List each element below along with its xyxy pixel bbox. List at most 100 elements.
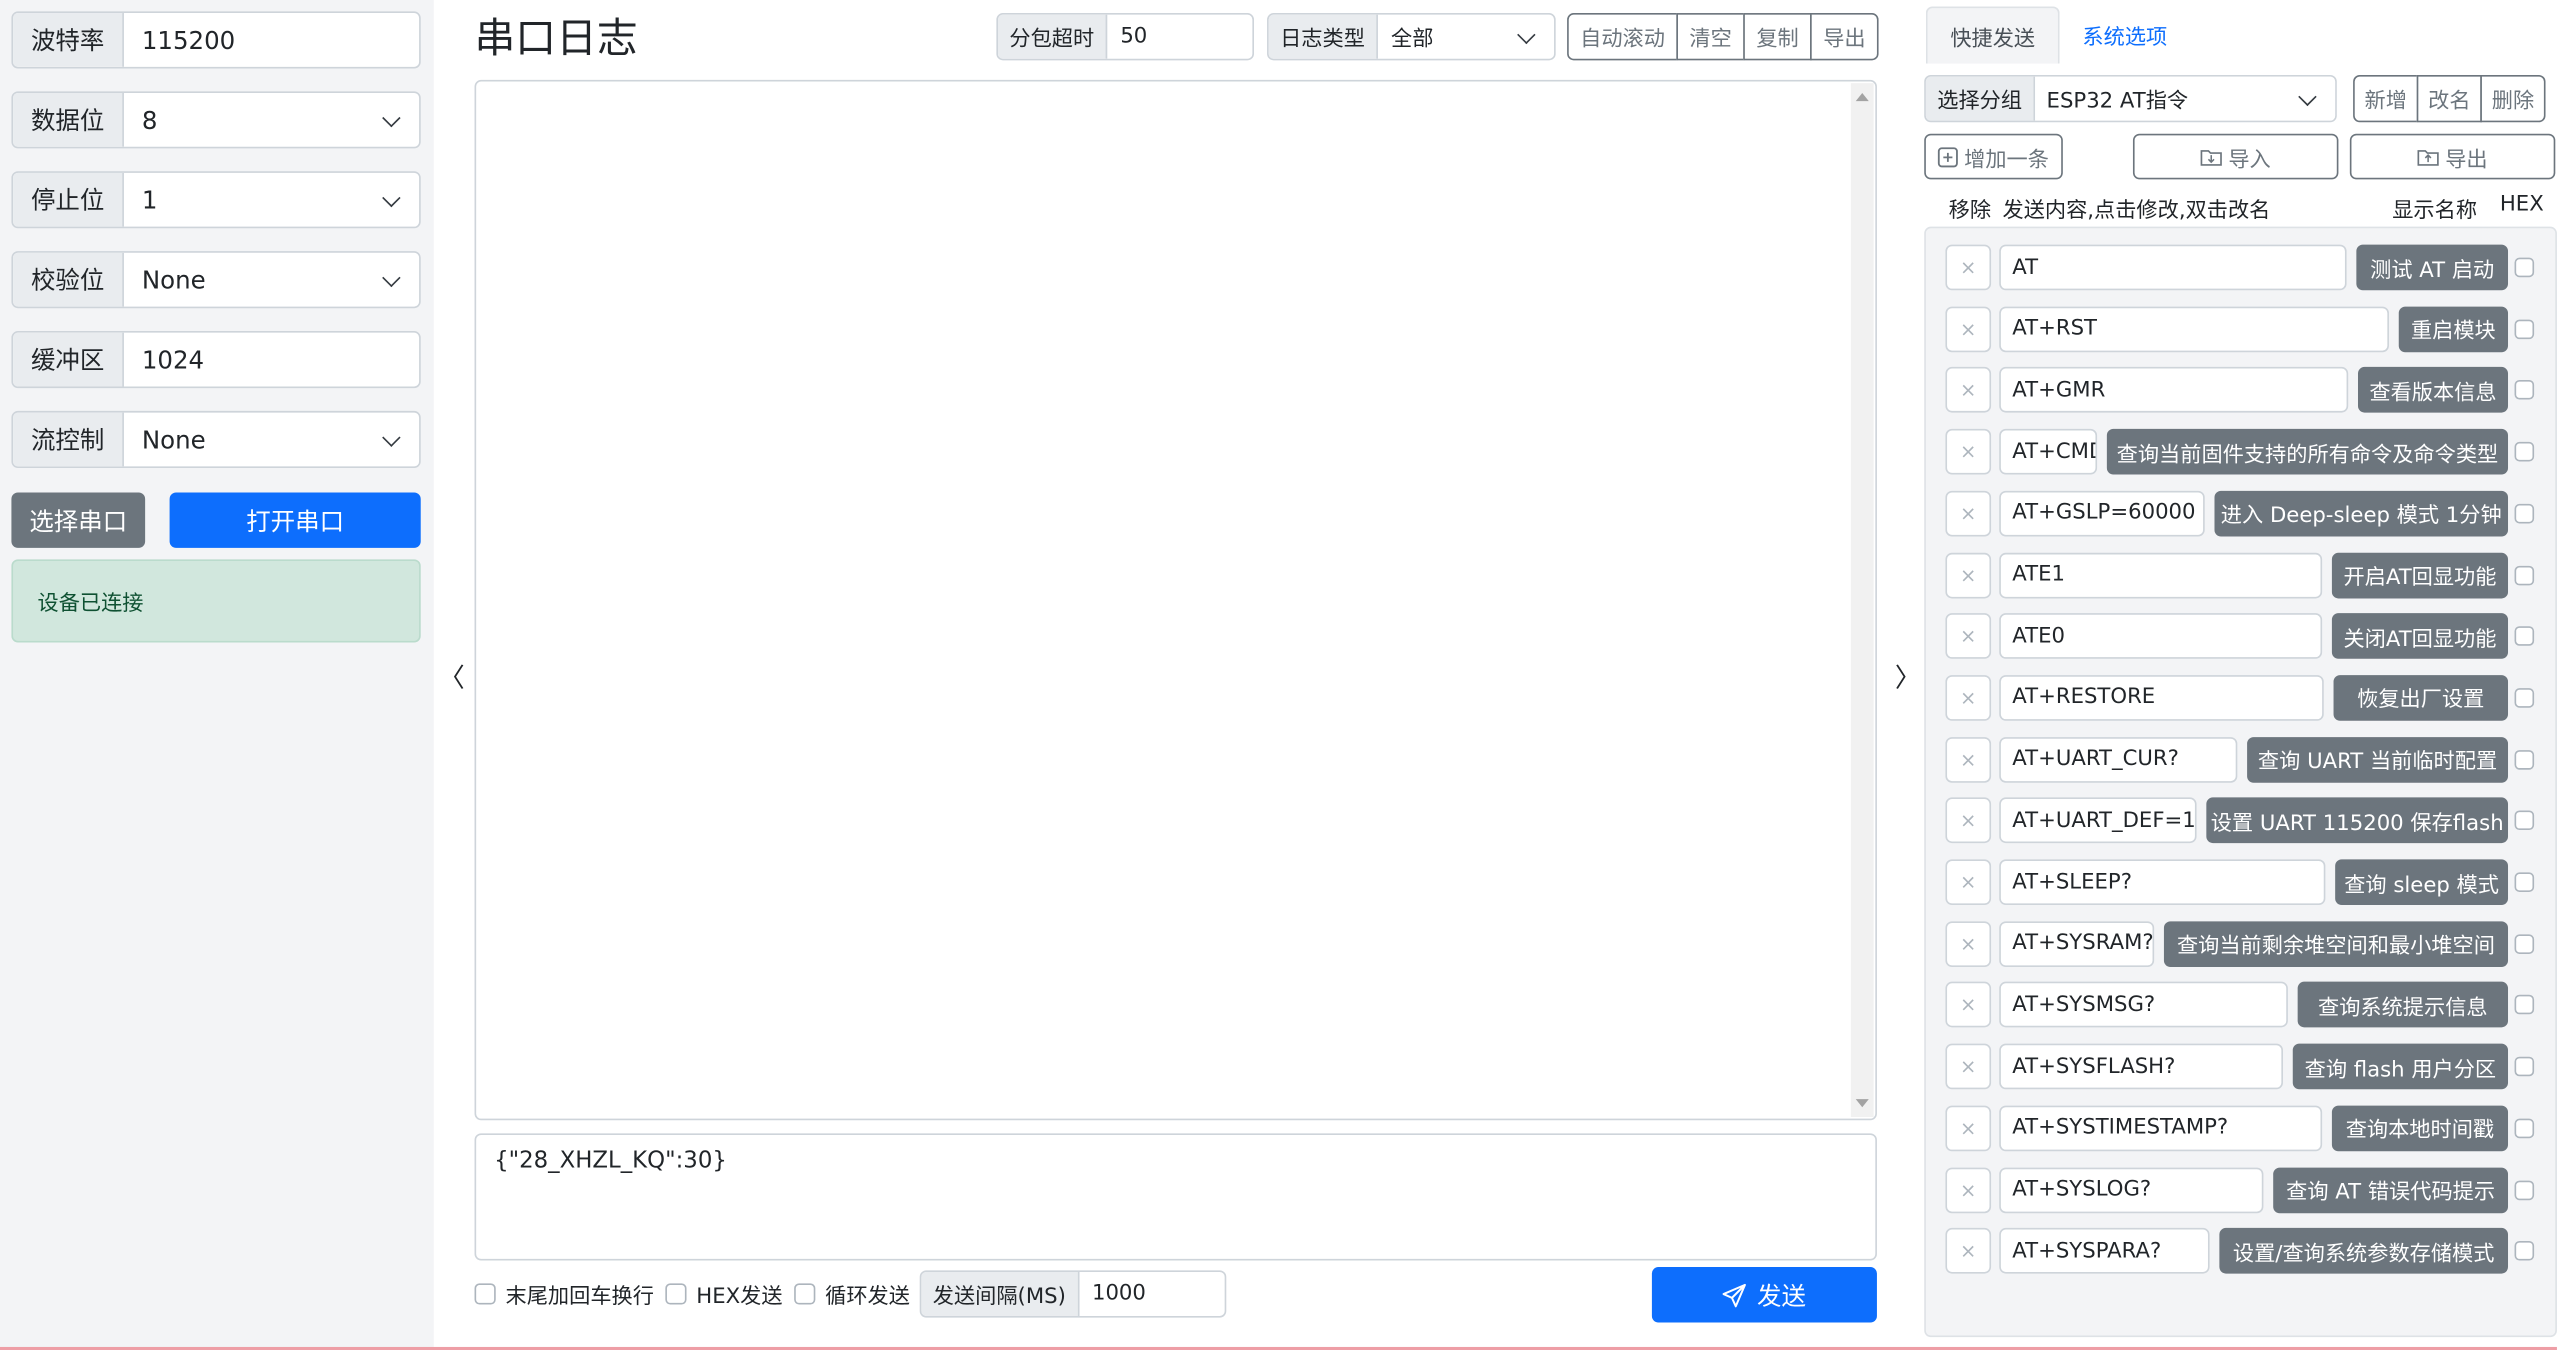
remove-icon[interactable]: × bbox=[1945, 1105, 1992, 1151]
timeout-field[interactable]: 分包超时 50 bbox=[996, 13, 1255, 61]
add-item-button[interactable]: 增加一条 bbox=[1924, 133, 2063, 180]
hex-checkbox[interactable] bbox=[2514, 1241, 2535, 1261]
hex-checkbox[interactable] bbox=[2514, 380, 2535, 401]
command-input[interactable]: AT+RST bbox=[1999, 306, 2389, 352]
hex-checkbox[interactable] bbox=[2514, 257, 2535, 278]
autoscroll-button[interactable]: 自动滚动 bbox=[1567, 13, 1679, 61]
command-input[interactable]: AT+SYSLOG? bbox=[1999, 1166, 2264, 1213]
add-group-button[interactable]: 新增 bbox=[2353, 75, 2419, 123]
append-newline-checkbox[interactable]: 末尾加回车换行 bbox=[474, 1278, 654, 1309]
hex-checkbox[interactable] bbox=[2514, 1056, 2535, 1077]
hex-checkbox[interactable] bbox=[2514, 565, 2535, 585]
remove-icon[interactable]: × bbox=[1945, 613, 1992, 660]
delete-group-button[interactable]: 删除 bbox=[2480, 75, 2546, 123]
command-input[interactable]: AT+SLEEP? bbox=[1999, 859, 2326, 906]
command-input[interactable]: ATE0 bbox=[1999, 613, 2323, 660]
quick-send-button[interactable]: 重启模块 bbox=[2398, 306, 2509, 352]
quick-send-button[interactable]: 查询 AT 错误代码提示 bbox=[2273, 1166, 2509, 1213]
quick-send-button[interactable]: 查询系统提示信息 bbox=[2297, 982, 2509, 1028]
import-button[interactable]: 导入 bbox=[2132, 133, 2339, 180]
quick-send-button[interactable]: 设置/查询系统参数存储模式 bbox=[2219, 1228, 2509, 1274]
tab-system-options[interactable]: 系统选项 bbox=[2060, 7, 2190, 64]
flowcontrol-select[interactable]: 流控制 None bbox=[11, 410, 421, 469]
interval-input[interactable]: 1000 bbox=[1079, 1272, 1225, 1316]
checkbox-icon[interactable] bbox=[474, 1283, 496, 1305]
send-button[interactable]: 发送 bbox=[1651, 1267, 1877, 1323]
parity-select[interactable]: 校验位 None bbox=[11, 251, 421, 309]
quick-send-button[interactable]: 查询当前剩余堆空间和最小堆空间 bbox=[2163, 920, 2509, 967]
hex-checkbox[interactable] bbox=[2514, 810, 2535, 831]
buffer-field[interactable]: 缓冲区 1024 bbox=[11, 331, 421, 389]
remove-icon[interactable]: × bbox=[1945, 306, 1992, 352]
remove-icon[interactable]: × bbox=[1945, 244, 1992, 291]
command-input[interactable]: AT+SYSMSG? bbox=[1999, 982, 2288, 1028]
hex-checkbox[interactable] bbox=[2514, 442, 2535, 462]
hex-checkbox[interactable] bbox=[2514, 319, 2535, 339]
flowcontrol-value[interactable]: None bbox=[124, 413, 419, 467]
quick-send-button[interactable]: 测试 AT 启动 bbox=[2356, 244, 2509, 291]
remove-icon[interactable]: × bbox=[1945, 1166, 1992, 1213]
remove-icon[interactable]: × bbox=[1945, 490, 1992, 537]
group-select[interactable]: 选择分组 ESP32 AT指令 bbox=[1924, 75, 2337, 123]
hex-checkbox[interactable] bbox=[2514, 1179, 2535, 1200]
databits-value[interactable]: 8 bbox=[124, 93, 419, 147]
quick-send-button[interactable]: 关闭AT回显功能 bbox=[2331, 613, 2509, 660]
export-log-button[interactable]: 导出 bbox=[1810, 13, 1879, 61]
command-input[interactable]: AT+SYSFLASH? bbox=[1999, 1043, 2283, 1090]
command-input[interactable]: AT+CMD? bbox=[1999, 429, 2098, 475]
remove-icon[interactable]: × bbox=[1945, 736, 1992, 783]
databits-select[interactable]: 数据位 8 bbox=[11, 91, 421, 149]
log-scrollbar[interactable] bbox=[1850, 83, 1874, 1118]
stopbits-value[interactable]: 1 bbox=[124, 173, 419, 227]
command-input[interactable]: ATE1 bbox=[1999, 551, 2323, 598]
command-input[interactable]: AT bbox=[1999, 244, 2347, 291]
hex-checkbox[interactable] bbox=[2514, 933, 2535, 954]
checkbox-icon[interactable] bbox=[794, 1283, 816, 1305]
command-input[interactable]: AT+SYSRAM? bbox=[1999, 920, 2155, 967]
remove-icon[interactable]: × bbox=[1945, 551, 1992, 598]
quick-send-button[interactable]: 查看版本信息 bbox=[2357, 367, 2509, 414]
baudrate-input[interactable]: 115200 bbox=[124, 13, 419, 67]
rename-group-button[interactable]: 改名 bbox=[2416, 75, 2482, 123]
open-port-button[interactable]: 打开串口 bbox=[169, 492, 421, 548]
remove-icon[interactable]: × bbox=[1945, 429, 1992, 475]
hex-checkbox[interactable] bbox=[2514, 687, 2535, 708]
hex-send-checkbox[interactable]: HEX发送 bbox=[665, 1278, 783, 1309]
quick-send-button[interactable]: 进入 Deep-sleep 模式 1分钟 bbox=[2214, 490, 2509, 537]
quick-send-button[interactable]: 设置 UART 115200 保存flash bbox=[2206, 797, 2509, 844]
interval-field[interactable]: 发送间隔(MS) 1000 bbox=[919, 1270, 1227, 1318]
log-type-select[interactable]: 日志类型 全部 bbox=[1267, 13, 1556, 61]
scroll-down-icon[interactable] bbox=[1855, 1099, 1869, 1108]
stopbits-select[interactable]: 停止位 1 bbox=[11, 171, 421, 229]
quick-send-button[interactable]: 恢复出厂设置 bbox=[2333, 674, 2509, 721]
quick-send-button[interactable]: 查询 sleep 模式 bbox=[2335, 859, 2509, 906]
command-input[interactable]: AT+RESTORE bbox=[1999, 674, 2324, 721]
baudrate-field[interactable]: 波特率 115200 bbox=[11, 11, 421, 69]
tab-quick-send[interactable]: 快捷发送 bbox=[1925, 6, 2060, 64]
checkbox-icon[interactable] bbox=[665, 1283, 687, 1305]
hex-checkbox[interactable] bbox=[2514, 749, 2535, 770]
remove-icon[interactable]: × bbox=[1945, 797, 1992, 844]
command-input[interactable]: AT+UART_DEF=115200,8,1,0,3 bbox=[1999, 797, 2197, 844]
command-input[interactable]: AT+GSLP=60000 bbox=[1999, 490, 2205, 537]
clear-button[interactable]: 清空 bbox=[1676, 13, 1745, 61]
collapse-left-icon[interactable]: 〈 bbox=[439, 656, 465, 695]
quick-send-button[interactable]: 查询当前固件支持的所有命令及命令类型 bbox=[2106, 429, 2509, 475]
quick-send-button[interactable]: 查询 flash 用户分区 bbox=[2292, 1043, 2509, 1090]
command-input[interactable]: AT+SYSTIMESTAMP? bbox=[1999, 1105, 2323, 1151]
log-output[interactable] bbox=[474, 79, 1877, 1121]
loop-send-checkbox[interactable]: 循环发送 bbox=[794, 1278, 910, 1309]
remove-icon[interactable]: × bbox=[1945, 1043, 1992, 1090]
command-input[interactable]: AT+SYSPARA? bbox=[1999, 1228, 2210, 1274]
command-input[interactable]: AT+GMR bbox=[1999, 367, 2349, 414]
buffer-input[interactable]: 1024 bbox=[124, 333, 419, 387]
remove-icon[interactable]: × bbox=[1945, 367, 1992, 414]
quick-send-button[interactable]: 查询 UART 当前临时配置 bbox=[2247, 736, 2509, 783]
remove-icon[interactable]: × bbox=[1945, 982, 1992, 1028]
hex-checkbox[interactable] bbox=[2514, 626, 2535, 647]
remove-icon[interactable]: × bbox=[1945, 674, 1992, 721]
parity-value[interactable]: None bbox=[124, 253, 419, 307]
remove-icon[interactable]: × bbox=[1945, 920, 1992, 967]
quick-send-button[interactable]: 开启AT回显功能 bbox=[2331, 551, 2509, 598]
copy-button[interactable]: 复制 bbox=[1743, 13, 1812, 61]
